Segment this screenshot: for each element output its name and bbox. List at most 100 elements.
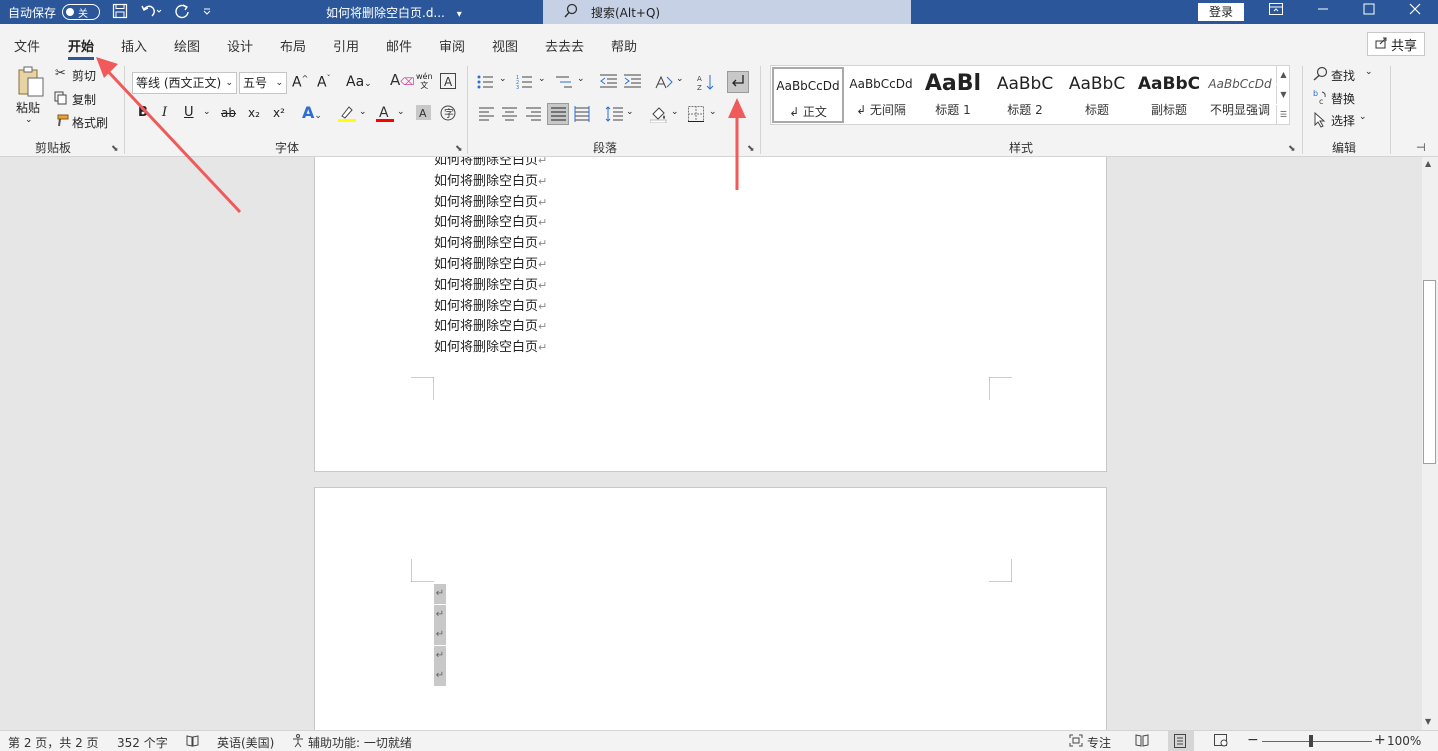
redo-icon[interactable] — [174, 3, 190, 22]
font-launcher-icon[interactable]: ⬊ — [455, 144, 463, 154]
borders-dropdown-icon[interactable]: ⌄ — [709, 107, 717, 117]
document-line[interactable]: 如何将删除空白页↵ — [434, 274, 547, 293]
paste-dropdown-icon[interactable]: ⌄ — [25, 115, 33, 125]
login-button[interactable]: 登录 — [1198, 3, 1244, 21]
multilevel-dropdown-icon[interactable]: ⌄ — [577, 74, 585, 84]
styles-more-icon[interactable]: ☰ — [1276, 105, 1290, 124]
document-line[interactable]: 如何将删除空白页↵ — [434, 336, 547, 355]
font-family-select[interactable]: 等线 (西文正文) ⌄ — [132, 72, 237, 94]
show-paragraph-marks-button[interactable] — [727, 71, 749, 93]
font-color-dropdown-icon[interactable]: ⌄ — [397, 107, 405, 117]
vertical-scrollbar[interactable]: ▲ ▼ — [1422, 157, 1438, 730]
find-button[interactable]: 查找 — [1331, 67, 1355, 84]
tab-mailings[interactable]: 邮件 — [386, 36, 412, 55]
empty-paragraph-mark[interactable]: ↵ — [434, 584, 446, 604]
word-count[interactable]: 352 个字 — [117, 734, 168, 751]
line-spacing-dropdown-icon[interactable]: ⌄ — [626, 107, 634, 117]
scrollbar-thumb[interactable] — [1423, 280, 1436, 464]
numbering-icon[interactable]: 123 — [516, 74, 534, 93]
document-area[interactable]: 如何将删除空白页↵ 如何将删除空白页↵ 如何将删除空白页↵ 如何将删除空白页↵ 如何将删… — [0, 157, 1422, 730]
accessibility-status[interactable]: 辅助功能: 一切就绪 — [308, 734, 412, 751]
bullets-dropdown-icon[interactable]: ⌄ — [499, 74, 507, 84]
select-button[interactable]: 选择 — [1331, 112, 1355, 129]
document-line[interactable]: 如何将删除空白页↵ — [434, 211, 547, 230]
select-dropdown-icon[interactable]: ⌄ — [1359, 112, 1367, 122]
autosave-toggle[interactable]: 关 — [62, 4, 101, 20]
copy-button[interactable]: 复制 — [72, 91, 96, 108]
tab-home[interactable]: 开始 — [68, 36, 95, 60]
page-1[interactable]: 如何将删除空白页↵ 如何将删除空白页↵ 如何将删除空白页↵ 如何将删除空白页↵ 如何将删… — [314, 157, 1107, 472]
multilevel-list-icon[interactable] — [555, 74, 573, 93]
clear-format-icon[interactable]: A⌫ — [390, 73, 414, 88]
superscript-button[interactable]: x² — [273, 106, 285, 120]
clipboard-launcher-icon[interactable]: ⬊ — [111, 144, 119, 154]
zoom-slider[interactable] — [1262, 741, 1372, 742]
tab-file[interactable]: 文件 — [14, 36, 40, 55]
zoom-out-button[interactable]: − — [1247, 732, 1259, 748]
align-right-icon[interactable] — [526, 107, 541, 124]
format-painter-button[interactable]: 格式刷 — [72, 114, 108, 131]
chinese-layout-icon[interactable] — [655, 74, 673, 93]
borders-icon[interactable] — [688, 106, 704, 125]
style-title[interactable]: AaBbC 标题 — [1061, 67, 1133, 123]
proofing-icon[interactable] — [186, 734, 199, 750]
strikethrough-button[interactable]: ab — [221, 106, 236, 120]
underline-button[interactable]: U — [184, 105, 194, 120]
minimize-icon[interactable] — [1300, 0, 1346, 24]
align-left-icon[interactable] — [479, 107, 494, 124]
char-border-icon[interactable]: A — [440, 73, 456, 92]
numbering-dropdown-icon[interactable]: ⌄ — [538, 74, 546, 84]
pin-ribbon-icon[interactable]: ⊣ — [1416, 142, 1426, 153]
scroll-down-icon[interactable]: ▼ — [1425, 717, 1431, 726]
style-subtle-emphasis[interactable]: AaBbCcDd 不明显强调 — [1205, 67, 1275, 123]
change-case-button[interactable]: Aa⌄ — [346, 74, 372, 90]
increase-indent-icon[interactable] — [624, 74, 641, 92]
style-subtitle[interactable]: AaBbC 副标题 — [1133, 67, 1205, 123]
line-spacing-icon[interactable] — [605, 106, 623, 125]
style-normal[interactable]: AaBbCcDd ↲ 正文 — [772, 67, 844, 123]
align-center-icon[interactable] — [502, 107, 517, 124]
font-size-select[interactable]: 五号 ⌄ — [239, 72, 287, 94]
char-shading-icon[interactable]: A — [416, 105, 431, 123]
find-dropdown-icon[interactable]: ⌄ — [1365, 67, 1373, 77]
tab-custom[interactable]: 去去去 — [545, 36, 584, 55]
tab-layout[interactable]: 布局 — [280, 36, 306, 55]
styles-scroll-down-icon[interactable]: ▼ — [1276, 85, 1290, 104]
paste-icon[interactable] — [17, 66, 45, 101]
highlight-dropdown-icon[interactable]: ⌄ — [359, 107, 367, 117]
document-line[interactable]: 如何将删除空白页↵ — [434, 170, 547, 189]
document-line[interactable]: 如何将删除空白页↵ — [434, 191, 547, 210]
document-line[interactable]: 如何将删除空白页↵ — [434, 315, 547, 334]
language[interactable]: 英语(美国) — [217, 734, 274, 751]
close-icon[interactable] — [1392, 0, 1438, 24]
tab-review[interactable]: 审阅 — [439, 36, 465, 55]
phonetic-guide-button[interactable]: wén 文 — [416, 72, 433, 90]
tab-draw[interactable]: 绘图 — [174, 36, 200, 55]
zoom-in-button[interactable]: + — [1374, 732, 1386, 748]
tab-view[interactable]: 视图 — [492, 36, 518, 55]
page-count[interactable]: 第 2 页，共 2 页 — [8, 734, 99, 751]
enclose-char-icon[interactable]: 字 — [440, 105, 456, 124]
document-line[interactable]: 如何将删除空白页↵ — [434, 295, 547, 314]
styles-scroll-up-icon[interactable]: ▲ — [1276, 65, 1290, 84]
empty-paragraph-mark[interactable]: ↵ — [434, 645, 446, 666]
shading-dropdown-icon[interactable]: ⌄ — [671, 107, 679, 117]
document-title[interactable]: 如何将删除空白页.d... ▾ — [326, 4, 462, 21]
paste-label[interactable]: 粘贴 — [16, 99, 40, 116]
bullets-icon[interactable] — [477, 74, 495, 93]
subscript-button[interactable]: x₂ — [248, 106, 260, 120]
decrease-indent-icon[interactable] — [600, 74, 617, 92]
document-line[interactable]: 如何将删除空白页↵ — [434, 232, 547, 251]
ribbon-display-icon[interactable] — [1253, 0, 1299, 24]
justify-icon[interactable] — [547, 103, 569, 125]
sort-icon[interactable]: AZ — [697, 73, 715, 94]
styles-launcher-icon[interactable]: ⬊ — [1288, 144, 1296, 154]
web-layout-icon[interactable] — [1214, 734, 1228, 750]
maximize-icon[interactable] — [1346, 0, 1392, 24]
bold-button[interactable]: B — [138, 105, 148, 120]
empty-paragraph-mark[interactable]: ↵ — [434, 625, 446, 646]
scroll-up-icon[interactable]: ▲ — [1425, 159, 1431, 168]
empty-paragraph-mark[interactable]: ↵ — [434, 666, 446, 687]
share-button[interactable]: 共享 — [1367, 32, 1425, 56]
page-2[interactable]: ↵ ↵ ↵ ↵ ↵ — [314, 487, 1107, 730]
